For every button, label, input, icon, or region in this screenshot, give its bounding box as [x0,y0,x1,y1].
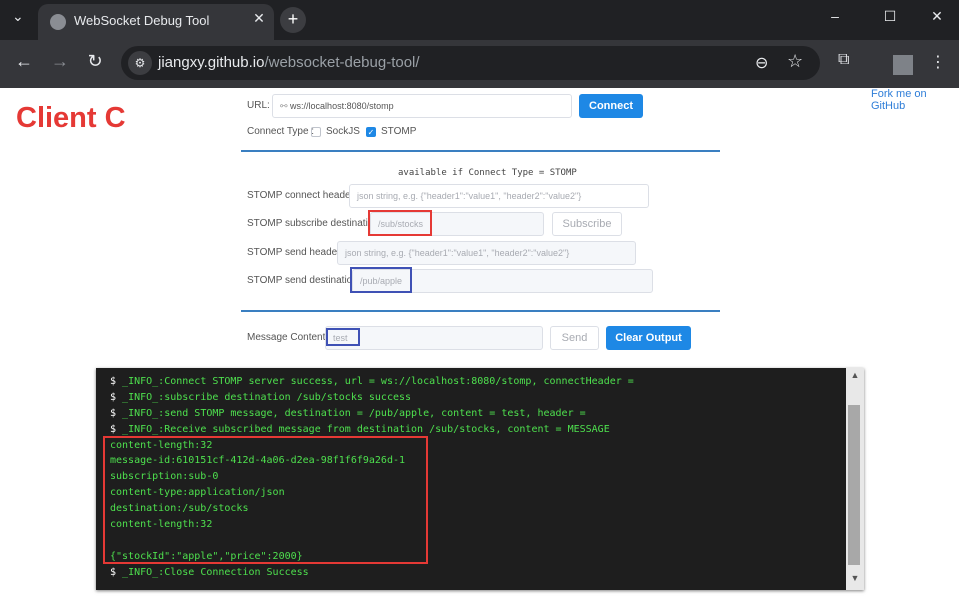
console-line-text: _INFO_:Receive subscribed message from d… [122,423,610,435]
console-scrollbar[interactable]: ▲ ▼ [846,368,864,590]
url-label: URL: [247,100,270,111]
console-line-text: _INFO_:Connect STOMP server success, url… [122,376,634,387]
connect-button[interactable]: Connect [579,94,643,118]
subscribe-button[interactable]: Subscribe [552,212,622,236]
message-highlight [103,436,428,564]
subscribe-destination-highlight [368,210,432,236]
send-destination-highlight [350,267,412,293]
globe-icon [50,14,66,30]
sockjs-label: SockJS [326,126,360,137]
sockjs-checkbox[interactable] [311,127,321,137]
stomp-checkbox[interactable]: ✓ [366,127,376,137]
available-note: available if Connect Type = STOMP [398,168,577,178]
bookmark-star-icon[interactable]: ☆ [787,51,803,72]
console-line-text: _INFO_:send STOMP message, destination =… [122,407,586,419]
browser-toolbar: ← → ↻ ⚙ jiangxy.github.io/websocket-debu… [0,40,959,88]
forward-icon[interactable]: → [48,51,72,72]
console-line-text: _INFO_:subscribe destination /sub/stocks… [122,391,412,403]
url-input[interactable]: ⚯ ws://localhost:8080/stomp [272,94,572,118]
output-console[interactable]: $ _INFO_:Connect STOMP server success, u… [96,368,864,590]
console-prompt: $ [110,566,123,578]
stomp-connect-header-input[interactable]: json string, e.g. {"header1":"value1", "… [349,184,649,208]
back-icon[interactable]: ← [12,51,36,72]
stomp-send-header-label: STOMP send header : [247,247,347,258]
send-button[interactable]: Send [550,326,599,350]
tab-close-icon[interactable]: ✕ [249,10,269,27]
new-tab-button[interactable]: + [280,7,306,33]
page-content: Client C Fork me on GitHub URL: ⚯ ws://l… [0,88,959,613]
scroll-down-icon[interactable]: ▼ [846,573,864,583]
console-line: $ _INFO_:Connect STOMP server success, u… [110,374,634,390]
extensions-icon[interactable]: ⧉ [838,51,849,69]
site-info-icon[interactable]: ⚙ [128,51,152,75]
console-prompt: $ [110,391,123,403]
scroll-thumb[interactable] [848,405,860,565]
console-line: $ _INFO_:subscribe destination /sub/stoc… [110,390,634,406]
stomp-connect-header-label: STOMP connect header : [247,190,360,201]
client-label: Client C [16,102,126,134]
stomp-subscribe-destination-label: STOMP subscribe destination : [247,218,385,229]
minimize-icon[interactable]: – [823,8,847,24]
stomp-send-header-input[interactable]: json string, e.g. {"header1":"value1", "… [337,241,636,265]
tab-websocket-debug-tool[interactable]: WebSocket Debug Tool ✕ [38,4,274,40]
fork-me-link[interactable]: Fork me on GitHub [871,88,959,112]
console-line-text: _INFO_:Close Connection Success [122,566,309,578]
tab-search-icon[interactable]: ⌄ [12,8,24,25]
browser-chrome: ⌄ WebSocket Debug Tool ✕ + – ☐ ✕ ← → ↻ ⚙… [0,0,959,88]
console-line: $ _INFO_:Close Connection Success [110,565,634,581]
stomp-send-destination-label: STOMP send destination : [247,275,364,286]
url-input-value: ws://localhost:8080/stomp [290,101,394,111]
message-content-label: Message Content : [247,332,331,343]
tab-strip: ⌄ WebSocket Debug Tool ✕ + – ☐ ✕ [0,0,959,40]
address-url[interactable]: jiangxy.github.io/websocket-debug-tool/ [158,54,420,71]
close-window-icon[interactable]: ✕ [925,8,949,25]
maximize-icon[interactable]: ☐ [878,8,902,25]
console-line: $ _INFO_:send STOMP message, destination… [110,406,634,422]
connect-type-label: Connect Type : [247,126,315,137]
address-bar[interactable]: ⚙ jiangxy.github.io/websocket-debug-tool… [121,46,820,80]
console-prompt: $ [110,407,123,419]
message-content-highlight [326,328,360,346]
url-host: jiangxy.github.io [158,54,265,71]
console-prompt: $ [110,376,123,387]
profile-avatar[interactable] [893,55,913,75]
section-divider-2 [241,310,720,312]
zoom-icon[interactable]: ⊖ [755,53,768,73]
clear-output-button[interactable]: Clear Output [606,326,691,350]
link-icon: ⚯ [280,101,291,111]
section-divider [241,150,720,152]
reload-icon[interactable]: ↻ [83,51,107,72]
scroll-up-icon[interactable]: ▲ [846,370,864,380]
url-path: /websocket-debug-tool/ [264,54,420,71]
tab-title: WebSocket Debug Tool [74,13,210,28]
stomp-label: STOMP [381,126,417,137]
console-prompt: $ [110,423,123,435]
menu-icon[interactable]: ⋮ [930,52,946,72]
